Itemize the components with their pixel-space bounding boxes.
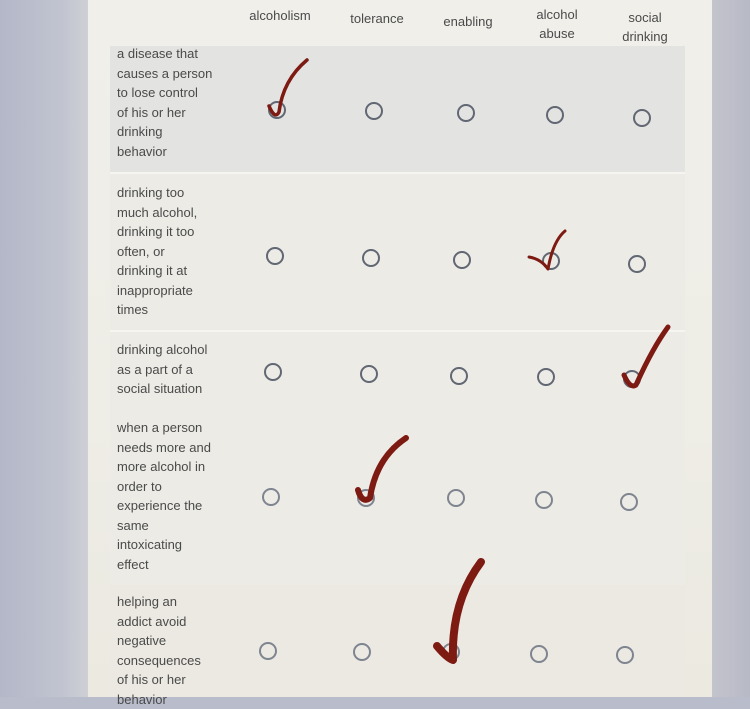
- radio-enabling-row-1[interactable]: [457, 104, 475, 122]
- question-line: a disease that: [117, 44, 227, 64]
- question-text: when a person needs more and more alcoho…: [117, 418, 227, 574]
- radio-enabling-row-4[interactable]: [447, 489, 465, 507]
- question-line: experience the: [117, 496, 227, 516]
- column-header-alcohol-abuse: alcohol abuse: [512, 5, 602, 43]
- radio-alcoholism-row-1[interactable]: [268, 101, 286, 119]
- question-line: same: [117, 516, 227, 536]
- question-row-5: helping an addict avoid negative consequ…: [110, 585, 685, 697]
- question-text: a disease that causes a person to lose c…: [117, 44, 227, 161]
- column-header-line: alcoholism: [235, 6, 325, 25]
- question-text: drinking too much alcohol, drinking it t…: [117, 183, 227, 320]
- question-line: when a person: [117, 418, 227, 438]
- radio-alcoholism-row-2[interactable]: [266, 247, 284, 265]
- question-line: more alcohol in: [117, 457, 227, 477]
- question-line: inappropriate: [117, 281, 227, 301]
- radio-alcoholism-row-5[interactable]: [259, 642, 277, 660]
- question-line: drinking: [117, 122, 227, 142]
- question-row-2: drinking too much alcohol, drinking it t…: [110, 174, 685, 330]
- question-line: often, or: [117, 242, 227, 262]
- question-line: behavior: [117, 142, 227, 162]
- question-line: addict avoid: [117, 612, 227, 632]
- question-row-1: a disease that causes a person to lose c…: [110, 46, 685, 172]
- question-line: intoxicating: [117, 535, 227, 555]
- radio-social_drinking-row-3[interactable]: [623, 370, 641, 388]
- column-header-line: abuse: [512, 24, 602, 43]
- question-line: helping an: [117, 592, 227, 612]
- question-line: social situation: [117, 379, 227, 399]
- column-header-enabling: enabling: [423, 12, 513, 31]
- radio-alcohol_abuse-row-2[interactable]: [542, 252, 560, 270]
- column-header-line: drinking: [600, 27, 690, 46]
- screen-bezel-right: [712, 0, 750, 697]
- question-line: drinking it too: [117, 222, 227, 242]
- question-line: times: [117, 300, 227, 320]
- radio-social_drinking-row-5[interactable]: [616, 646, 634, 664]
- radio-social_drinking-row-4[interactable]: [620, 493, 638, 511]
- question-line: consequences: [117, 651, 227, 671]
- radio-alcohol_abuse-row-3[interactable]: [537, 368, 555, 386]
- radio-tolerance-row-1[interactable]: [365, 102, 383, 120]
- column-header-line: tolerance: [332, 9, 422, 28]
- radio-tolerance-row-5[interactable]: [353, 643, 371, 661]
- column-header-line: social: [600, 8, 690, 27]
- question-line: order to: [117, 477, 227, 497]
- column-header-tolerance: tolerance: [332, 9, 422, 28]
- radio-enabling-row-5[interactable]: [442, 643, 460, 661]
- radio-enabling-row-3[interactable]: [450, 367, 468, 385]
- question-line: drinking too: [117, 183, 227, 203]
- question-line: to lose control: [117, 83, 227, 103]
- radio-social_drinking-row-2[interactable]: [628, 255, 646, 273]
- question-line: negative: [117, 631, 227, 651]
- radio-alcohol_abuse-row-4[interactable]: [535, 491, 553, 509]
- question-line: drinking alcohol: [117, 340, 227, 360]
- radio-alcoholism-row-4[interactable]: [262, 488, 280, 506]
- radio-social_drinking-row-1[interactable]: [633, 109, 651, 127]
- question-line: causes a person: [117, 64, 227, 84]
- radio-alcohol_abuse-row-1[interactable]: [546, 106, 564, 124]
- question-line: effect: [117, 555, 227, 575]
- question-line: much alcohol,: [117, 203, 227, 223]
- question-text: drinking alcohol as a part of a social s…: [117, 340, 227, 399]
- question-line: behavior: [117, 690, 227, 709]
- radio-tolerance-row-2[interactable]: [362, 249, 380, 267]
- column-header-alcoholism: alcoholism: [235, 6, 325, 25]
- screen-bezel-left: [0, 0, 88, 697]
- column-header-social-drinking: social drinking: [600, 8, 690, 46]
- question-line: drinking it at: [117, 261, 227, 281]
- radio-tolerance-row-4[interactable]: [357, 489, 375, 507]
- radio-tolerance-row-3[interactable]: [360, 365, 378, 383]
- question-line: needs more and: [117, 438, 227, 458]
- column-header-line: alcohol: [512, 5, 602, 24]
- question-line: of his or her: [117, 670, 227, 690]
- question-row-3: drinking alcohol as a part of a social s…: [110, 332, 685, 410]
- column-header-line: enabling: [423, 12, 513, 31]
- radio-alcoholism-row-3[interactable]: [264, 363, 282, 381]
- question-line: of his or her: [117, 103, 227, 123]
- question-line: as a part of a: [117, 360, 227, 380]
- question-text: helping an addict avoid negative consequ…: [117, 592, 227, 709]
- question-row-4: when a person needs more and more alcoho…: [110, 410, 685, 585]
- radio-enabling-row-2[interactable]: [453, 251, 471, 269]
- radio-alcohol_abuse-row-5[interactable]: [530, 645, 548, 663]
